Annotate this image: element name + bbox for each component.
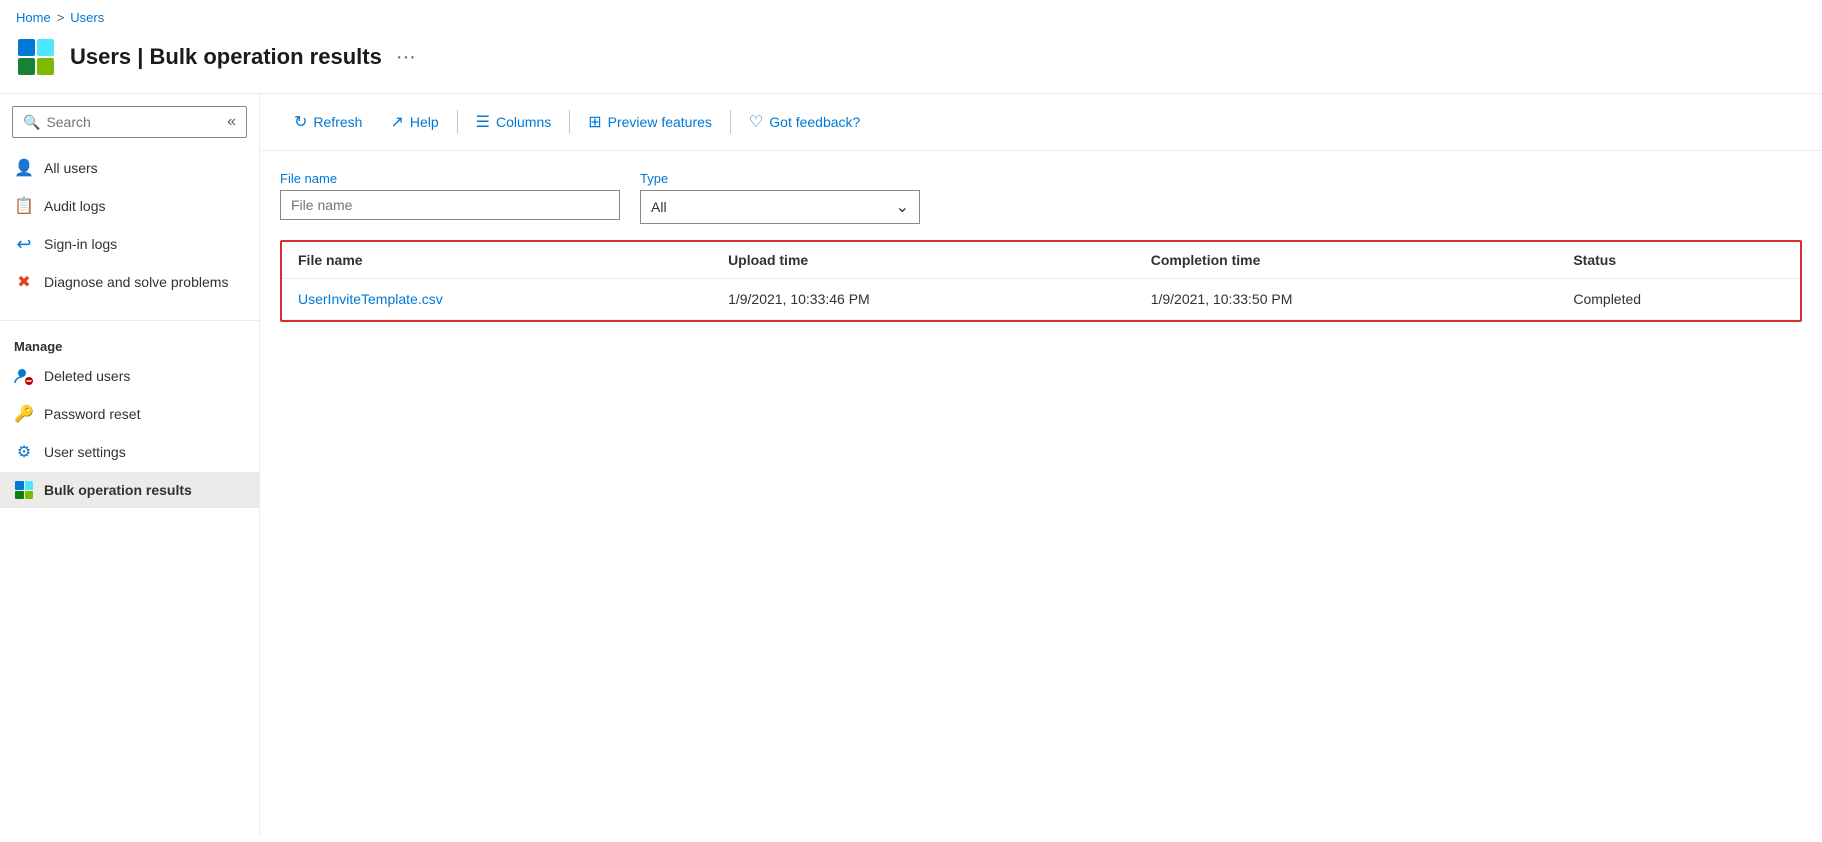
sidebar-divider (0, 320, 259, 321)
search-input[interactable] (46, 114, 221, 130)
signin-icon: ↩ (14, 234, 34, 254)
sidebar-item-label-audit-logs: Audit logs (44, 198, 105, 214)
file-link[interactable]: UserInviteTemplate.csv (298, 291, 443, 307)
chevron-down-icon: ⌄ (896, 197, 909, 217)
feedback-label: Got feedback? (769, 114, 860, 130)
preview-label: Preview features (608, 114, 712, 130)
results-table: File name Upload time Completion time St… (282, 242, 1800, 320)
cell-status: Completed (1557, 279, 1800, 320)
sidebar-item-bulk-operation[interactable]: Bulk operation results (0, 472, 259, 508)
filter-filename: File name (280, 171, 620, 224)
filter-type-label: Type (640, 171, 920, 186)
table-header-row: File name Upload time Completion time St… (282, 242, 1800, 279)
preview-features-button[interactable]: ⊞ Preview features (574, 106, 726, 138)
collapse-sidebar-button[interactable]: « (227, 113, 236, 131)
sidebar-item-label-user-settings: User settings (44, 444, 126, 460)
filter-type: Type All ⌄ (640, 171, 920, 224)
sidebar-item-label-all-users: All users (44, 160, 98, 176)
toolbar-separator-3 (730, 110, 731, 134)
sidebar: 🔍 « 👤 All users 📋 Audit logs ↩ Sign-in l… (0, 94, 260, 836)
filter-filename-label: File name (280, 171, 620, 186)
help-icon: ↗ (390, 112, 403, 132)
toolbar-separator-1 (457, 110, 458, 134)
table-body: UserInviteTemplate.csv 1/9/2021, 10:33:4… (282, 279, 1800, 320)
app-logo (16, 37, 56, 77)
sidebar-search-container: 🔍 « (0, 106, 259, 150)
sidebar-item-diagnose[interactable]: ✖ Diagnose and solve problems (0, 264, 259, 300)
user-icon: 👤 (14, 158, 34, 178)
sidebar-item-audit-logs[interactable]: 📋 Audit logs (0, 188, 259, 224)
deleted-users-icon (14, 366, 34, 386)
col-header-upload-time: Upload time (712, 242, 1135, 279)
more-options-button[interactable]: ··· (396, 46, 416, 69)
columns-button[interactable]: ☰ Columns (462, 106, 566, 138)
toolbar-separator-2 (569, 110, 570, 134)
filter-type-select[interactable]: All ⌄ (640, 190, 920, 224)
bulk-icon (14, 480, 34, 500)
settings-icon: ⚙ (14, 442, 34, 462)
results-table-container: File name Upload time Completion time St… (280, 240, 1802, 322)
col-header-completion-time: Completion time (1135, 242, 1558, 279)
page-header: Users | Bulk operation results ··· (0, 29, 1822, 94)
audit-icon: 📋 (14, 196, 34, 216)
sidebar-item-label-diagnose: Diagnose and solve problems (44, 274, 228, 290)
sidebar-item-label-signin-logs: Sign-in logs (44, 236, 117, 252)
help-label: Help (410, 114, 439, 130)
diagnose-icon: ✖ (14, 272, 34, 292)
main-content: ↻ Refresh ↗ Help ☰ Columns ⊞ Preview fea… (260, 94, 1822, 836)
breadcrumb-separator: > (57, 10, 65, 25)
main-layout: 🔍 « 👤 All users 📋 Audit logs ↩ Sign-in l… (0, 94, 1822, 836)
cell-filename[interactable]: UserInviteTemplate.csv (282, 279, 712, 320)
password-icon: 🔑 (14, 404, 34, 424)
sidebar-item-label-deleted-users: Deleted users (44, 368, 130, 384)
columns-label: Columns (496, 114, 551, 130)
logo-cube-tl (18, 39, 35, 56)
feedback-icon: ♡ (749, 112, 763, 132)
col-header-status: Status (1557, 242, 1800, 279)
sidebar-item-user-settings[interactable]: ⚙ User settings (0, 434, 259, 470)
logo-cube-br (37, 58, 54, 75)
refresh-icon: ↻ (294, 112, 307, 132)
sidebar-item-password-reset[interactable]: 🔑 Password reset (0, 396, 259, 432)
search-box[interactable]: 🔍 « (12, 106, 247, 138)
cell-completion-time: 1/9/2021, 10:33:50 PM (1135, 279, 1558, 320)
cell-upload-time: 1/9/2021, 10:33:46 PM (712, 279, 1135, 320)
refresh-label: Refresh (313, 114, 362, 130)
sidebar-item-signin-logs[interactable]: ↩ Sign-in logs (0, 226, 259, 262)
preview-icon: ⊞ (588, 112, 601, 132)
feedback-button[interactable]: ♡ Got feedback? (735, 106, 874, 138)
col-header-filename: File name (282, 242, 712, 279)
sidebar-item-label-bulk-operation: Bulk operation results (44, 482, 192, 498)
help-button[interactable]: ↗ Help (376, 106, 452, 138)
breadcrumb-users[interactable]: Users (70, 10, 104, 25)
sidebar-item-label-password-reset: Password reset (44, 406, 140, 422)
sidebar-section-manage: Manage (0, 329, 259, 358)
sidebar-item-deleted-users[interactable]: Deleted users (0, 358, 259, 394)
table-row: UserInviteTemplate.csv 1/9/2021, 10:33:4… (282, 279, 1800, 320)
refresh-button[interactable]: ↻ Refresh (280, 106, 376, 138)
filter-type-value: All (651, 199, 667, 215)
columns-icon: ☰ (476, 112, 490, 132)
sidebar-item-all-users[interactable]: 👤 All users (0, 150, 259, 186)
search-icon: 🔍 (23, 114, 40, 131)
filters: File name Type All ⌄ (280, 171, 1802, 224)
table-header: File name Upload time Completion time St… (282, 242, 1800, 279)
breadcrumb: Home > Users (0, 0, 1822, 29)
sidebar-nav-manage: Deleted users 🔑 Password reset ⚙ User se… (0, 358, 259, 520)
logo-cube-bl (18, 58, 35, 75)
azure-logo-icon (18, 39, 54, 75)
content-area: File name Type All ⌄ File name (260, 151, 1822, 342)
toolbar: ↻ Refresh ↗ Help ☰ Columns ⊞ Preview fea… (260, 94, 1822, 151)
logo-cube-tr (37, 39, 54, 56)
page-title: Users | Bulk operation results (70, 44, 382, 70)
sidebar-nav-primary: 👤 All users 📋 Audit logs ↩ Sign-in logs … (0, 150, 259, 312)
filter-filename-input[interactable] (280, 190, 620, 220)
breadcrumb-home[interactable]: Home (16, 10, 51, 25)
